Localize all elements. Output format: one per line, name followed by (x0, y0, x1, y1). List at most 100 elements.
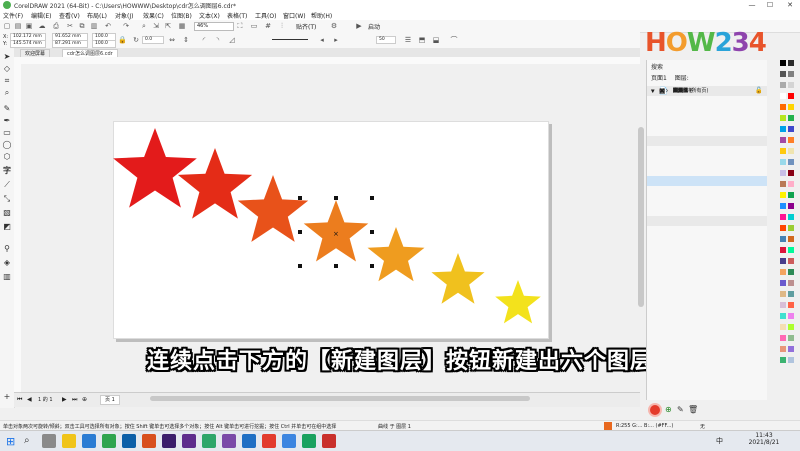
color-swatch[interactable] (788, 313, 794, 319)
object-tree-row[interactable]: ★ 曲线 (647, 87, 767, 186)
expand-icon[interactable]: ▾ (651, 86, 655, 96)
object-group-row[interactable]: ▾ 主页面 🔓 (647, 87, 767, 226)
app-icon[interactable] (222, 434, 236, 448)
color-swatch[interactable] (780, 181, 786, 187)
ime-indicator[interactable]: 中 (716, 436, 723, 446)
last-page-icon[interactable]: ⏭ (72, 396, 77, 404)
selection-handle[interactable] (298, 196, 302, 200)
object-tree-row[interactable]: ★ 曲线 (647, 87, 767, 166)
color-swatch[interactable] (788, 335, 794, 341)
color-swatch[interactable] (788, 82, 794, 88)
new-layer-button[interactable] (650, 405, 660, 415)
star-shape[interactable] (367, 227, 425, 282)
color-swatch[interactable] (780, 159, 786, 165)
color-swatch[interactable] (788, 181, 794, 187)
task-view-icon[interactable] (42, 434, 56, 448)
color-swatch[interactable] (780, 60, 786, 66)
color-swatch[interactable] (780, 335, 786, 341)
color-swatch[interactable] (780, 93, 786, 99)
layer-selector-label[interactable]: 图层: (675, 75, 689, 82)
star-shape[interactable] (113, 128, 197, 208)
color-swatch[interactable] (780, 137, 786, 143)
delete-layer-icon[interactable]: 🗑 (688, 405, 698, 414)
app-icon[interactable] (242, 434, 256, 448)
color-swatch[interactable] (780, 258, 786, 264)
object-tree-row[interactable]: 📄 辅助线 (所有页) 🔓 (647, 87, 767, 236)
color-swatch[interactable] (788, 60, 794, 66)
color-swatch[interactable] (780, 280, 786, 286)
edge-icon[interactable] (82, 434, 96, 448)
object-tree-row[interactable]: 👁 图层 4 🔓 (647, 87, 767, 116)
color-swatch[interactable] (788, 225, 794, 231)
object-tree-row[interactable]: 👁 图层 2 🔓 (647, 87, 767, 136)
color-swatch[interactable] (780, 225, 786, 231)
center-marker[interactable]: × (333, 230, 339, 238)
app-icon[interactable] (262, 434, 276, 448)
new-master-layer-icon[interactable]: ⊕ (665, 405, 672, 414)
coreldraw-icon[interactable] (202, 434, 216, 448)
page-tab-1[interactable]: 页 1 (100, 395, 120, 405)
color-swatch[interactable] (788, 137, 794, 143)
star-shape[interactable] (431, 253, 485, 304)
color-swatch[interactable] (788, 126, 794, 132)
color-swatch[interactable] (788, 214, 794, 220)
object-group-row[interactable]: ▾ 图层 1 🔓 (647, 87, 767, 146)
app-icon[interactable] (102, 434, 116, 448)
premiere-icon[interactable] (162, 434, 176, 448)
add-page-icon[interactable]: ⊕ (82, 396, 87, 403)
horizontal-scrollbar[interactable] (150, 396, 530, 401)
color-swatch[interactable] (788, 236, 794, 242)
color-swatch[interactable] (788, 104, 794, 110)
color-swatch[interactable] (780, 148, 786, 154)
color-swatch[interactable] (780, 247, 786, 253)
move-layer-icon[interactable]: ✎ (677, 405, 684, 414)
color-swatch[interactable] (788, 269, 794, 275)
color-swatch[interactable] (788, 280, 794, 286)
prev-page-icon[interactable]: ◀ (27, 396, 32, 403)
color-swatch[interactable] (788, 357, 794, 363)
color-swatch[interactable] (780, 71, 786, 77)
color-swatch[interactable] (788, 258, 794, 264)
object-tree-row[interactable]: ★ 曲线 (647, 87, 767, 206)
selection-handle[interactable] (298, 230, 302, 234)
lock-icon[interactable]: 🔓 (755, 86, 762, 96)
color-swatch[interactable] (788, 203, 794, 209)
color-swatch[interactable] (780, 269, 786, 275)
color-swatch[interactable] (780, 302, 786, 308)
selection-handle[interactable] (370, 264, 374, 268)
selection-handle[interactable] (370, 230, 374, 234)
color-swatch[interactable] (788, 346, 794, 352)
color-swatch[interactable] (780, 324, 786, 330)
first-page-icon[interactable]: ⏮ (17, 396, 22, 404)
photoshop-icon[interactable] (122, 434, 136, 448)
color-swatch[interactable] (780, 115, 786, 121)
color-swatch[interactable] (780, 203, 786, 209)
clock[interactable]: 11:43 2021/8/21 (744, 432, 784, 446)
selection-handle[interactable] (298, 264, 302, 268)
color-swatch[interactable] (788, 159, 794, 165)
app-icon[interactable] (282, 434, 296, 448)
color-swatch[interactable] (780, 291, 786, 297)
color-swatch[interactable] (788, 170, 794, 176)
color-swatch[interactable] (788, 324, 794, 330)
color-swatch[interactable] (788, 148, 794, 154)
app-icon[interactable] (142, 434, 156, 448)
page-selector[interactable]: 页面1 图层: (651, 73, 689, 82)
object-tree-row[interactable]: 👁 图层 3 🔓 (647, 87, 767, 126)
selection-handle[interactable] (334, 264, 338, 268)
color-swatch[interactable] (780, 170, 786, 176)
color-swatch[interactable] (788, 302, 794, 308)
windows-start-icon[interactable]: ⊞ (6, 435, 15, 448)
app-icon[interactable] (322, 434, 336, 448)
file-explorer-icon[interactable] (62, 434, 76, 448)
selection-handle[interactable] (370, 196, 374, 200)
color-swatch[interactable] (780, 236, 786, 242)
object-tree-row[interactable]: ▦ 文档网格 🔓 (647, 87, 767, 256)
taskbar-search-icon[interactable]: ⌕ (24, 435, 30, 446)
color-swatch[interactable] (788, 291, 794, 297)
color-swatch[interactable] (780, 214, 786, 220)
color-swatch[interactable] (780, 346, 786, 352)
object-tree-row[interactable]: ✖ 桌面 🔓 (647, 87, 767, 246)
app-icon[interactable] (182, 434, 196, 448)
color-swatch[interactable] (780, 357, 786, 363)
